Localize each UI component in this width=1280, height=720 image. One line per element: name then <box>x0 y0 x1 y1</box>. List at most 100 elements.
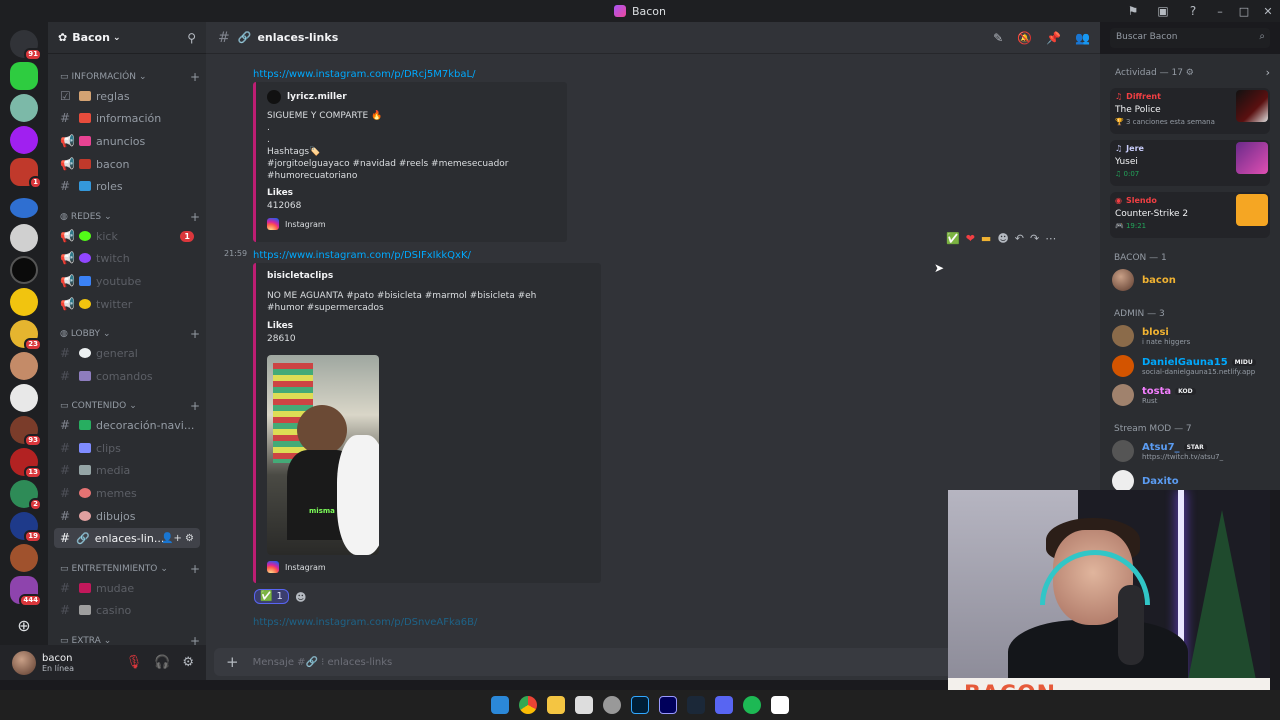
steam-icon[interactable] <box>687 696 705 714</box>
add-reaction-icon[interactable]: ☻ <box>295 591 306 604</box>
channel-memes[interactable]: # memes <box>54 483 200 503</box>
activity-card[interactable]: ◉ Slendo Counter-Strike 2 🎮 19:21 <box>1110 192 1270 238</box>
server-icon[interactable] <box>10 224 38 252</box>
embed-author[interactable]: lyricz.miller <box>287 92 347 102</box>
server-icon[interactable] <box>10 62 38 90</box>
reply-icon[interactable]: ↶ <box>1015 232 1024 245</box>
server-icon[interactable] <box>10 288 38 316</box>
server-icon[interactable]: 2 <box>10 480 42 511</box>
pin-icon[interactable]: 📌 <box>1046 31 1061 45</box>
member-item[interactable]: blosi i nate higgers <box>1112 325 1277 347</box>
add-server-icon[interactable]: ⊕ <box>10 614 38 642</box>
member-item[interactable]: tosta KOD Rust <box>1112 384 1277 406</box>
add-channel-icon[interactable]: + <box>190 562 200 576</box>
channel-comandos[interactable]: # comandos <box>54 366 200 386</box>
channel-bacon[interactable]: 📢 bacon <box>54 154 200 174</box>
category-contenido[interactable]: ▭ CONTENIDO ⌄ + <box>60 399 200 413</box>
member-item[interactable]: Atsu7_ STAR https://twitch.tv/atsu7_ <box>1112 440 1277 462</box>
headphones-icon[interactable]: 🎧 <box>154 655 170 670</box>
channel-enlaces-links[interactable]: # 🔗 enlaces-lin... 👤+ ⚙ <box>54 528 200 548</box>
channel-twitter[interactable]: 📢 twitter <box>54 294 200 314</box>
add-channel-icon[interactable]: + <box>190 70 200 84</box>
add-channel-icon[interactable]: + <box>190 634 200 645</box>
app-icon[interactable] <box>603 696 621 714</box>
server-icon-bacon[interactable]: 1 <box>10 158 42 189</box>
add-channel-icon[interactable]: + <box>190 327 200 341</box>
channel-informacion[interactable]: # información <box>54 108 200 128</box>
search-input[interactable]: Buscar Bacon ⌕ <box>1110 28 1270 48</box>
channel-clips[interactable]: # clips <box>54 438 200 458</box>
channel-dibujos[interactable]: # dibujos <box>54 506 200 526</box>
category-redes[interactable]: ◍ REDES ⌄ + <box>60 210 200 224</box>
close-button[interactable]: ✕ <box>1256 5 1280 18</box>
help-icon[interactable]: ? <box>1178 4 1208 18</box>
avatar[interactable] <box>12 650 36 675</box>
maximize-button[interactable]: □ <box>1232 5 1256 18</box>
chevron-right-icon[interactable]: › <box>1266 66 1270 79</box>
category-extra[interactable]: ▭ EXTRA ⌄ + <box>60 634 200 645</box>
member-item[interactable]: DanielGauna15 MIDU social-danielgauna15.ne… <box>1112 355 1277 377</box>
member-item[interactable]: bacon <box>1112 269 1277 291</box>
category-informacion[interactable]: ▭ INFORMACIÓN ⌄ + <box>60 70 200 84</box>
member-item[interactable]: Daxito <box>1112 470 1277 490</box>
reaction-chip[interactable]: ✅ 1 <box>254 589 289 604</box>
server-icon[interactable]: 19 <box>10 512 42 543</box>
notifications-icon[interactable]: 🔕 <box>1017 31 1032 45</box>
channel-roles[interactable]: # roles <box>54 176 200 196</box>
heart-reaction-icon[interactable]: ❤ <box>966 232 975 245</box>
server-icon[interactable]: 444 <box>10 576 42 607</box>
notion-icon[interactable] <box>771 696 789 714</box>
photoshop-icon[interactable] <box>631 696 649 714</box>
channel-casino[interactable]: # casino <box>54 600 200 620</box>
category-entretenimiento[interactable]: ▭ ENTRETENIMIENTO ⌄ + <box>60 562 200 576</box>
server-header[interactable]: ✿ Bacon ⌄ ⚲ <box>48 22 206 54</box>
channel-twitch[interactable]: 📢 twitch <box>54 248 200 268</box>
activity-card[interactable]: ♫ Jere Yusei ♫ 0:07 <box>1110 140 1270 186</box>
forward-icon[interactable]: ↷ <box>1030 232 1039 245</box>
server-icon[interactable] <box>10 94 38 122</box>
server-icon[interactable] <box>10 352 38 380</box>
server-icon[interactable]: 93 <box>10 416 42 447</box>
add-channel-icon[interactable]: + <box>190 210 200 224</box>
message-link[interactable]: https://www.instagram.com/p/DSIFxIkkQxK/ <box>253 247 471 261</box>
inbox-icon[interactable]: ⚑ <box>1118 4 1148 18</box>
check-reaction-icon[interactable]: ✅ <box>946 232 960 245</box>
member-list-icon[interactable]: 👥 <box>1075 31 1090 45</box>
server-icon[interactable] <box>10 544 38 572</box>
mute-mic-icon[interactable]: 🎙 <box>126 655 143 670</box>
discord-icon[interactable] <box>715 696 733 714</box>
channel-decoracion[interactable]: # decoración-navi... <box>54 415 200 435</box>
embed-author[interactable]: bisicletaclips <box>267 271 333 281</box>
channel-media[interactable]: # media <box>54 460 200 480</box>
screen-icon[interactable]: ▣ <box>1148 4 1178 18</box>
channel-settings-icon[interactable]: 👤+ ⚙ <box>161 533 194 544</box>
flag-reaction-icon[interactable]: ▬ <box>981 232 991 245</box>
server-icon[interactable] <box>10 126 38 154</box>
more-options-icon[interactable]: ⋯ <box>1045 232 1056 245</box>
threads-icon[interactable]: ✎ <box>993 31 1003 45</box>
add-channel-icon[interactable]: + <box>190 399 200 413</box>
chrome-icon[interactable] <box>519 696 537 714</box>
server-icon[interactable]: 13 <box>10 448 42 479</box>
minimize-button[interactable]: – <box>1208 5 1232 18</box>
file-explorer-icon[interactable] <box>547 696 565 714</box>
channel-mudae[interactable]: # mudae <box>54 578 200 598</box>
premiere-icon[interactable] <box>659 696 677 714</box>
start-menu-icon[interactable] <box>491 696 509 714</box>
server-icon[interactable] <box>10 256 38 284</box>
invite-icon[interactable]: ⚲ <box>187 31 196 45</box>
direct-messages-icon[interactable]: 91 <box>10 30 42 61</box>
message-link[interactable]: https://www.instagram.com/p/DRcj5M7kbaL/ <box>253 66 475 80</box>
add-reaction-icon[interactable]: ☻ <box>997 232 1008 245</box>
message-input[interactable]: Mensaje #🔗 ⁝ enlaces-links <box>253 657 393 668</box>
embed-video-thumbnail[interactable]: misma <box>267 355 379 555</box>
gear-icon[interactable]: ⚙ <box>182 655 194 670</box>
message-link[interactable]: https://www.instagram.com/p/DSnveAFka6B/ <box>253 614 477 628</box>
server-folder-icon[interactable] <box>10 198 38 218</box>
category-lobby[interactable]: ◍ LOBBY ⌄ + <box>60 327 200 341</box>
server-icon[interactable] <box>10 384 38 412</box>
app-icon[interactable] <box>575 696 593 714</box>
channel-youtube[interactable]: 📢 youtube <box>54 271 200 291</box>
channel-kick[interactable]: 📢 kick 1 <box>54 226 200 246</box>
gear-icon[interactable]: ⚙ <box>1186 68 1194 78</box>
